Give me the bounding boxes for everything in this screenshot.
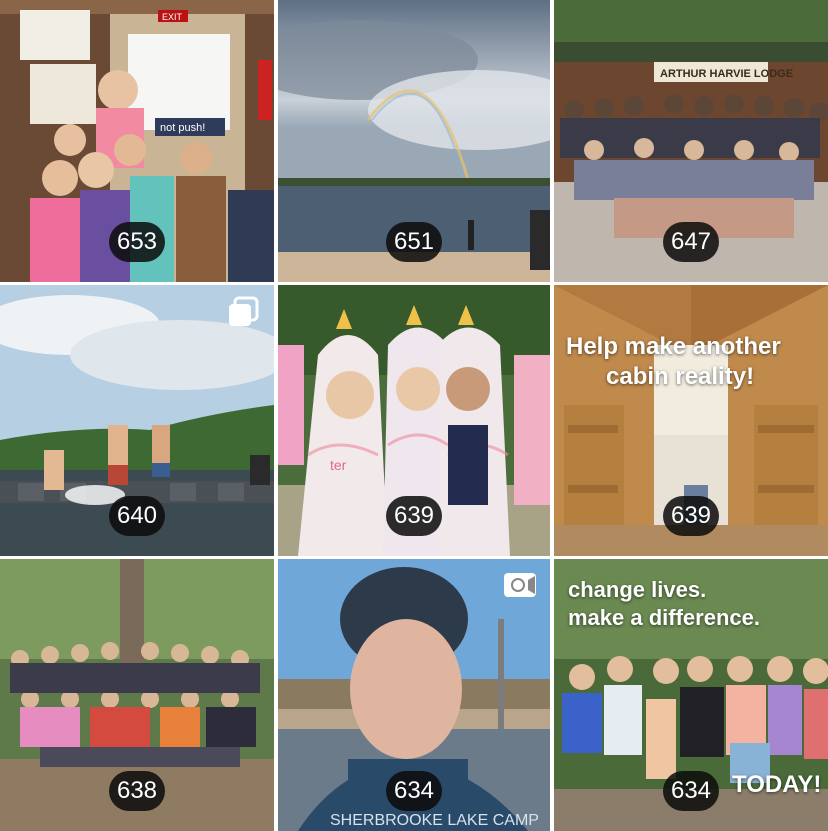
count-badge: 647 <box>663 222 719 262</box>
promo-today: TODAY! <box>732 771 822 798</box>
count-badge: 634 <box>386 771 442 811</box>
cabin-headline-2: cabin reality! <box>606 363 755 390</box>
promo-line-2: make a difference. <box>568 605 760 630</box>
count-badge: 651 <box>386 222 442 262</box>
post-tile-cabin-interior[interactable]: Help make another cabin reality! 639 <box>554 285 828 556</box>
post-tile-girls-in-unicorn-towels[interactable]: ter 639 <box>278 285 550 556</box>
post-tile-lake-rainbow[interactable]: 651 <box>278 0 550 282</box>
towel-text: ter <box>330 457 347 473</box>
post-tile-swimmers-on-dock[interactable]: 640 <box>0 285 274 556</box>
exit-sign: EXIT <box>162 12 183 22</box>
shirt-text: SHERBROOKE LAKE CAMP <box>330 812 539 829</box>
promo-line-1: change lives. <box>568 577 707 602</box>
cabin-headline-1: Help make another <box>566 333 781 360</box>
count-badge: 640 <box>109 496 165 536</box>
video-icon <box>502 569 538 601</box>
count-badge: 634 <box>663 771 719 811</box>
post-tile-group-at-lodge[interactable]: ARTHUR HARVIE LODGE 647 <box>554 0 828 282</box>
post-tile-kids-at-doorway[interactable]: not push! EXIT 653 <box>0 0 274 282</box>
count-badge: 653 <box>109 222 165 262</box>
door-sign: not push! <box>160 122 205 134</box>
post-tile-girls-group-outdoors[interactable]: change lives. make a difference. TODAY! … <box>554 559 828 831</box>
post-tile-young-man-selfie[interactable]: SHERBROOKE LAKE CAMP 634 <box>278 559 550 831</box>
multiple-photos-icon <box>226 295 262 327</box>
count-badge: 639 <box>386 496 442 536</box>
count-badge: 638 <box>109 771 165 811</box>
post-tile-group-in-forest[interactable]: 638 <box>0 559 274 831</box>
count-badge: 639 <box>663 496 719 536</box>
lodge-sign: ARTHUR HARVIE LODGE <box>660 68 793 80</box>
